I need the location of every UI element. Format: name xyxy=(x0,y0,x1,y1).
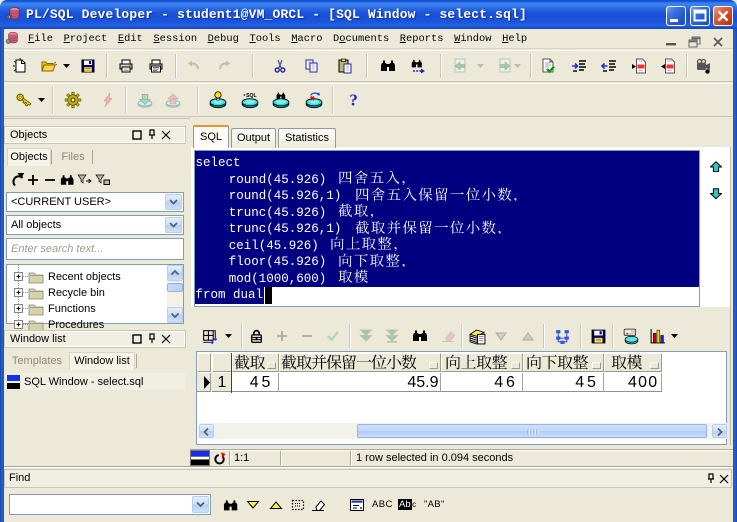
svg-text:?: ? xyxy=(349,91,357,109)
svg-text:SQL: SQL xyxy=(246,93,257,99)
